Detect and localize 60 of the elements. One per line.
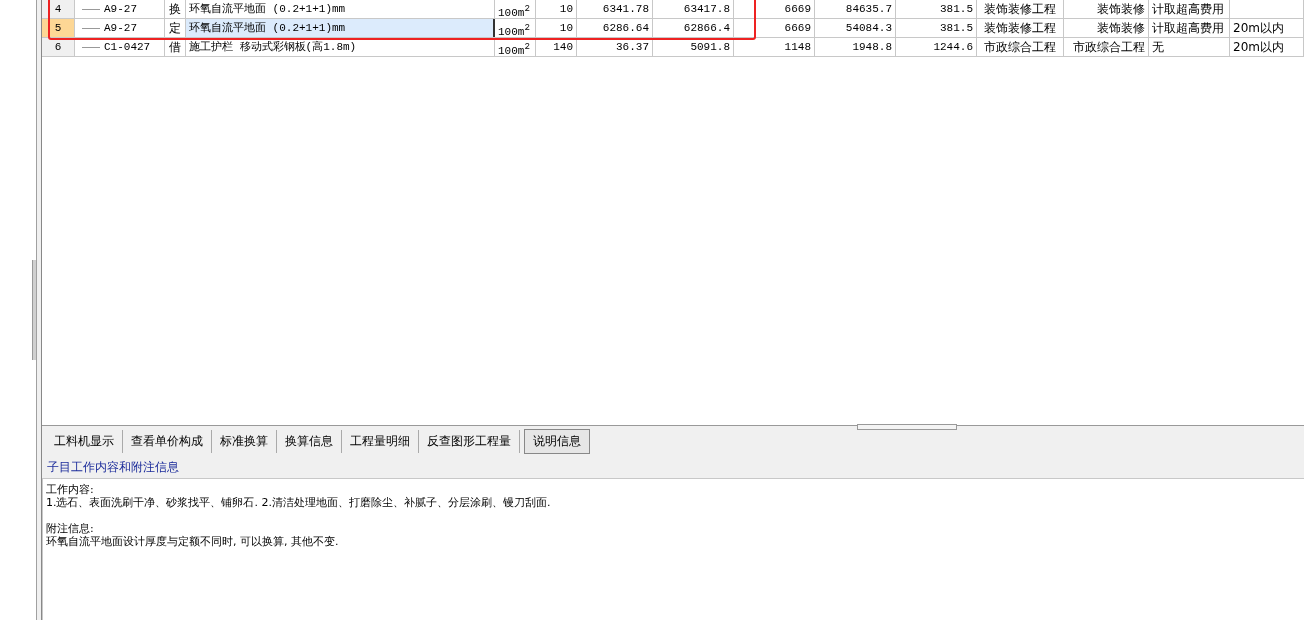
table-cell: 环氧自流平地面 (0.2+1+1)mm [186,0,495,18]
row-number[interactable]: 5 [42,19,75,37]
table-cell: 计取超高费用 [1149,19,1230,37]
table-cell: 381.5 [896,19,977,37]
table-cell: 借 [165,38,186,56]
tab[interactable]: 标准换算 [212,429,277,453]
table-cell: 1948.8 [815,38,896,56]
table-cell: 63417.8 [653,0,734,18]
info-text: 工作内容: [46,483,95,496]
table-cell: 装饰装修 [1064,19,1149,37]
table-cell: 6669 [734,0,815,18]
table-cell: 1244.6 [896,38,977,56]
table-cell: 环氧自流平地面 (0.2+1+1)mm [186,19,495,37]
table-cell: 装饰装修工程 [977,19,1064,37]
tab[interactable]: 反查图形工程量 [419,429,520,453]
tab[interactable]: 说明信息 [524,428,590,454]
splitter-grip[interactable] [32,260,36,360]
tab[interactable]: 换算信息 [277,429,342,453]
table-cell: 62866.4 [653,19,734,37]
table-cell-text: A9-27 [104,21,137,36]
row-number[interactable]: 6 [42,38,75,56]
table-cell: 施工护栏 移动式彩钢板(高1.8m) [186,38,495,56]
table-cell: 市政综合工程 [977,38,1064,56]
tab[interactable]: 工料机显示 [46,429,123,453]
table-cell: 10 [536,0,577,18]
tab[interactable]: 查看单价构成 [123,429,212,453]
table-cell: 装饰装修 [1064,0,1149,18]
info-text: 附注信息: [46,522,95,535]
info-text: 环氧自流平地面设计厚度与定额不同时, 可以换算, 其他不变. [46,535,340,548]
tree-line [82,46,100,48]
tree-line [82,8,100,10]
table-cell: 54084.3 [815,19,896,37]
table-cell: 计取超高费用 [1149,0,1230,18]
table-cell: 市政综合工程 [1064,38,1149,56]
row-number[interactable]: 4 [42,0,75,18]
table-cell-text: A9-27 [104,2,137,17]
table-cell: 5091.8 [653,38,734,56]
table-cell: 100m$^{2}$ [495,0,536,18]
resize-handle[interactable] [857,424,957,430]
table-cell: 140 [536,38,577,56]
panel-title: 子目工作内容和附注信息 [42,456,1304,479]
table-cell: 10 [536,19,577,37]
table-cell: 装饰装修工程 [977,0,1064,18]
table-cell: 无 [1149,38,1230,56]
table-cell: 36.37 [577,38,653,56]
table-cell: 100m$^{2}$ [495,38,536,56]
table-cell: 20m以内 [1230,38,1304,56]
table-cell: 6286.64 [577,19,653,37]
table-cell: 6669 [734,19,815,37]
table-cell: 1148 [734,38,815,56]
tab[interactable]: 工程量明细 [342,429,419,453]
tree-line [82,27,100,29]
table-cell: 换 [165,0,186,18]
info-text: 1.选石、表面洗刷干净、砂浆找平、铺卵石. 2.清洁处理地面、打磨除尘、补腻子、分层涂刷、镘刀刮面. [46,496,552,509]
table-cell-text: C1-0427 [104,40,151,55]
table-cell: 84635.7 [815,0,896,18]
table-cell: 381.5 [896,0,977,18]
table-cell: 6341.78 [577,0,653,18]
table-cell: 100m$^{2}$ [495,19,536,37]
table-cell: 20m以内 [1230,19,1304,37]
